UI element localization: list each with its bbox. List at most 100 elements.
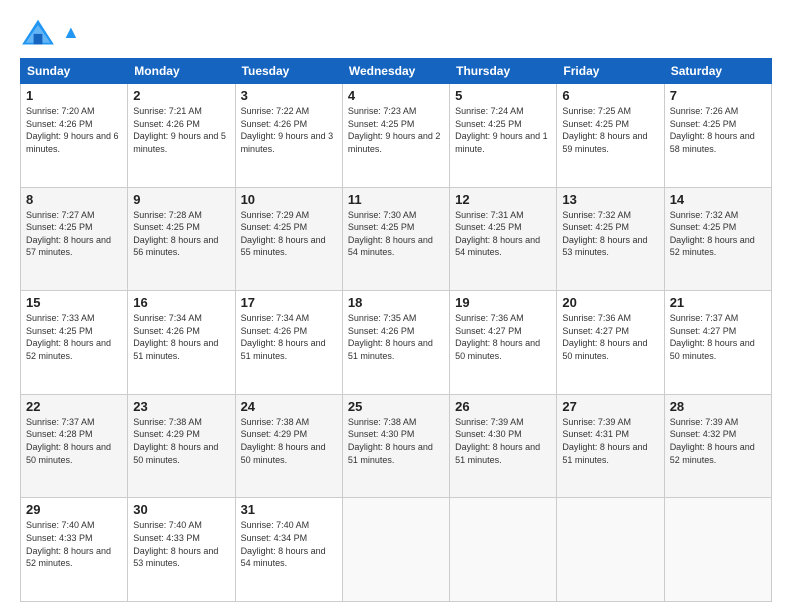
day-number: 1 xyxy=(26,88,122,103)
cell-info: Sunrise: 7:26 AMSunset: 4:25 PMDaylight:… xyxy=(670,106,755,154)
day-number: 7 xyxy=(670,88,766,103)
logo-text: ▲ xyxy=(62,23,80,43)
cell-info: Sunrise: 7:29 AMSunset: 4:25 PMDaylight:… xyxy=(241,210,326,258)
calendar-cell: 17 Sunrise: 7:34 AMSunset: 4:26 PMDayligh… xyxy=(235,291,342,395)
calendar-cell: 19 Sunrise: 7:36 AMSunset: 4:27 PMDayligh… xyxy=(450,291,557,395)
calendar-cell: 28 Sunrise: 7:39 AMSunset: 4:32 PMDayligh… xyxy=(664,394,771,498)
calendar-cell: 24 Sunrise: 7:38 AMSunset: 4:29 PMDayligh… xyxy=(235,394,342,498)
calendar-week-5: 29 Sunrise: 7:40 AMSunset: 4:33 PMDayligh… xyxy=(21,498,772,602)
day-number: 27 xyxy=(562,399,658,414)
calendar-cell xyxy=(450,498,557,602)
cell-info: Sunrise: 7:24 AMSunset: 4:25 PMDaylight:… xyxy=(455,106,548,154)
cell-info: Sunrise: 7:28 AMSunset: 4:25 PMDaylight:… xyxy=(133,210,218,258)
cell-info: Sunrise: 7:38 AMSunset: 4:29 PMDaylight:… xyxy=(133,417,218,465)
cell-info: Sunrise: 7:37 AMSunset: 4:27 PMDaylight:… xyxy=(670,313,755,361)
calendar-cell: 25Sunrise: 7:38 AMSunset: 4:30 PMDayligh… xyxy=(342,394,449,498)
cell-info: Sunrise: 7:39 AMSunset: 4:31 PMDaylight:… xyxy=(562,417,647,465)
cell-info: Sunrise: 7:25 AMSunset: 4:25 PMDaylight:… xyxy=(562,106,647,154)
header: ▲ xyxy=(20,18,772,48)
day-number: 5 xyxy=(455,88,551,103)
cell-info: Sunrise: 7:23 AMSunset: 4:25 PMDaylight:… xyxy=(348,106,441,154)
cell-info: Sunrise: 7:40 AMSunset: 4:33 PMDaylight:… xyxy=(133,520,218,568)
day-number: 2 xyxy=(133,88,229,103)
cell-info: Sunrise: 7:34 AMSunset: 4:26 PMDaylight:… xyxy=(133,313,218,361)
day-number: 19 xyxy=(455,295,551,310)
calendar-cell: 9Sunrise: 7:28 AMSunset: 4:25 PMDaylight… xyxy=(128,187,235,291)
calendar-cell: 27 Sunrise: 7:39 AMSunset: 4:31 PMDayligh… xyxy=(557,394,664,498)
calendar-cell: 23 Sunrise: 7:38 AMSunset: 4:29 PMDayligh… xyxy=(128,394,235,498)
day-number: 17 xyxy=(241,295,337,310)
calendar-body: 1 Sunrise: 7:20 AMSunset: 4:26 PMDaylight… xyxy=(21,84,772,602)
calendar-cell: 31 Sunrise: 7:40 AMSunset: 4:34 PMDayligh… xyxy=(235,498,342,602)
calendar-table: SundayMondayTuesdayWednesdayThursdayFrid… xyxy=(20,58,772,602)
cell-info: Sunrise: 7:27 AMSunset: 4:25 PMDaylight:… xyxy=(26,210,111,258)
page: ▲ SundayMondayTuesdayWednesdayThursdayFr… xyxy=(0,0,792,612)
calendar-cell: 13Sunrise: 7:32 AMSunset: 4:25 PMDayligh… xyxy=(557,187,664,291)
cell-info: Sunrise: 7:32 AMSunset: 4:25 PMDaylight:… xyxy=(562,210,647,258)
calendar-cell: 7 Sunrise: 7:26 AMSunset: 4:25 PMDaylight… xyxy=(664,84,771,188)
day-header-monday: Monday xyxy=(128,59,235,84)
calendar-cell: 15 Sunrise: 7:33 AMSunset: 4:25 PMDayligh… xyxy=(21,291,128,395)
cell-info: Sunrise: 7:33 AMSunset: 4:25 PMDaylight:… xyxy=(26,313,111,361)
day-header-wednesday: Wednesday xyxy=(342,59,449,84)
calendar-cell: 2 Sunrise: 7:21 AMSunset: 4:26 PMDaylight… xyxy=(128,84,235,188)
calendar-cell xyxy=(664,498,771,602)
day-header-saturday: Saturday xyxy=(664,59,771,84)
calendar-cell: 10 Sunrise: 7:29 AMSunset: 4:25 PMDayligh… xyxy=(235,187,342,291)
day-number: 31 xyxy=(241,502,337,517)
day-number: 11 xyxy=(348,192,444,207)
day-number: 30 xyxy=(133,502,229,517)
cell-info: Sunrise: 7:20 AMSunset: 4:26 PMDaylight:… xyxy=(26,106,119,154)
day-number: 18 xyxy=(348,295,444,310)
calendar-cell: 11 Sunrise: 7:30 AMSunset: 4:25 PMDayligh… xyxy=(342,187,449,291)
cell-info: Sunrise: 7:38 AMSunset: 4:29 PMDaylight:… xyxy=(241,417,326,465)
calendar-cell: 5 Sunrise: 7:24 AMSunset: 4:25 PMDaylight… xyxy=(450,84,557,188)
cell-info: Sunrise: 7:39 AMSunset: 4:30 PMDaylight:… xyxy=(455,417,540,465)
day-number: 29 xyxy=(26,502,122,517)
cell-info: Sunrise: 7:37 AMSunset: 4:28 PMDaylight:… xyxy=(26,417,111,465)
day-number: 4 xyxy=(348,88,444,103)
calendar-week-2: 8 Sunrise: 7:27 AMSunset: 4:25 PMDaylight… xyxy=(21,187,772,291)
calendar-week-3: 15 Sunrise: 7:33 AMSunset: 4:25 PMDayligh… xyxy=(21,291,772,395)
day-number: 6 xyxy=(562,88,658,103)
day-number: 8 xyxy=(26,192,122,207)
day-header-tuesday: Tuesday xyxy=(235,59,342,84)
day-number: 26 xyxy=(455,399,551,414)
calendar-cell: 18Sunrise: 7:35 AMSunset: 4:26 PMDayligh… xyxy=(342,291,449,395)
logo: ▲ xyxy=(20,18,80,48)
calendar-week-4: 22 Sunrise: 7:37 AMSunset: 4:28 PMDayligh… xyxy=(21,394,772,498)
calendar-cell: 1 Sunrise: 7:20 AMSunset: 4:26 PMDaylight… xyxy=(21,84,128,188)
day-number: 28 xyxy=(670,399,766,414)
cell-info: Sunrise: 7:36 AMSunset: 4:27 PMDaylight:… xyxy=(562,313,647,361)
calendar-cell: 14Sunrise: 7:32 AMSunset: 4:25 PMDayligh… xyxy=(664,187,771,291)
calendar-cell xyxy=(557,498,664,602)
day-number: 24 xyxy=(241,399,337,414)
logo-icon xyxy=(20,18,56,48)
day-number: 15 xyxy=(26,295,122,310)
cell-info: Sunrise: 7:34 AMSunset: 4:26 PMDaylight:… xyxy=(241,313,326,361)
calendar-cell: 6 Sunrise: 7:25 AMSunset: 4:25 PMDaylight… xyxy=(557,84,664,188)
calendar-cell: 20Sunrise: 7:36 AMSunset: 4:27 PMDayligh… xyxy=(557,291,664,395)
day-number: 23 xyxy=(133,399,229,414)
cell-info: Sunrise: 7:30 AMSunset: 4:25 PMDaylight:… xyxy=(348,210,433,258)
calendar-cell: 21Sunrise: 7:37 AMSunset: 4:27 PMDayligh… xyxy=(664,291,771,395)
cell-info: Sunrise: 7:21 AMSunset: 4:26 PMDaylight:… xyxy=(133,106,226,154)
calendar-cell: 26 Sunrise: 7:39 AMSunset: 4:30 PMDayligh… xyxy=(450,394,557,498)
cell-info: Sunrise: 7:36 AMSunset: 4:27 PMDaylight:… xyxy=(455,313,540,361)
calendar-cell xyxy=(342,498,449,602)
cell-info: Sunrise: 7:40 AMSunset: 4:34 PMDaylight:… xyxy=(241,520,326,568)
day-number: 22 xyxy=(26,399,122,414)
calendar-week-1: 1 Sunrise: 7:20 AMSunset: 4:26 PMDaylight… xyxy=(21,84,772,188)
calendar-cell: 4 Sunrise: 7:23 AMSunset: 4:25 PMDaylight… xyxy=(342,84,449,188)
cell-info: Sunrise: 7:40 AMSunset: 4:33 PMDaylight:… xyxy=(26,520,111,568)
logo-icon-text: ▲ xyxy=(62,22,80,42)
calendar-cell: 3Sunrise: 7:22 AMSunset: 4:26 PMDaylight… xyxy=(235,84,342,188)
cell-info: Sunrise: 7:38 AMSunset: 4:30 PMDaylight:… xyxy=(348,417,433,465)
day-header-sunday: Sunday xyxy=(21,59,128,84)
calendar-cell: 29 Sunrise: 7:40 AMSunset: 4:33 PMDayligh… xyxy=(21,498,128,602)
day-number: 10 xyxy=(241,192,337,207)
cell-info: Sunrise: 7:39 AMSunset: 4:32 PMDaylight:… xyxy=(670,417,755,465)
day-number: 16 xyxy=(133,295,229,310)
calendar-cell: 22 Sunrise: 7:37 AMSunset: 4:28 PMDayligh… xyxy=(21,394,128,498)
day-number: 12 xyxy=(455,192,551,207)
